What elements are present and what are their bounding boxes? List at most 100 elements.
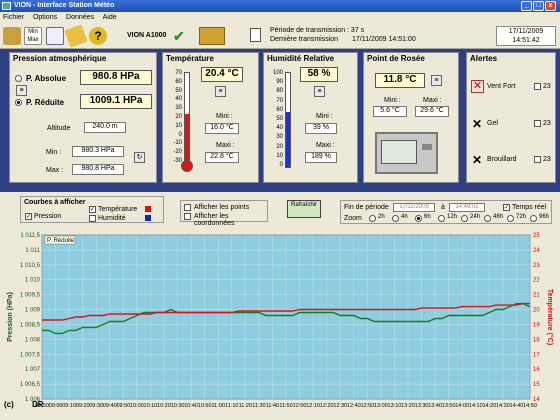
menu-aide[interactable]: Aide — [103, 14, 117, 21]
scale-tick: 0 — [178, 131, 182, 138]
temperature-panel: Température 70 60 50 40 30 20 10 0 -10 -20 -30 20.… — [162, 52, 259, 183]
window-icon[interactable] — [46, 27, 64, 45]
thermometer-fill — [185, 114, 189, 161]
y2-tick-label: 16 — [533, 367, 540, 373]
alert-frost-checkbox[interactable] — [534, 120, 541, 127]
y-axis-title: Pression (HPa) — [7, 292, 14, 342]
alert-wind-label: Vent Fort — [487, 83, 516, 90]
y2-tick-label: 23 — [533, 263, 540, 269]
title-bar: VION - Interface Station Météo _ □ x — [0, 0, 560, 12]
reduite-radio[interactable] — [15, 99, 22, 106]
humidity-icon[interactable]: ≡ — [314, 86, 325, 97]
realtime-label: Temps réel — [512, 204, 547, 211]
last-tx-value: 17/11/2009 14:51:00 — [352, 36, 416, 43]
alert-wind-checkbox[interactable] — [534, 83, 541, 90]
scale-tick: 70 — [175, 70, 182, 76]
x-tick-label: 11:50 — [279, 403, 292, 409]
points-checkbox[interactable] — [184, 204, 191, 211]
temperature-icon[interactable]: ≡ — [215, 86, 226, 97]
x-tick-label: 14:30 — [496, 403, 510, 409]
menu-fichier[interactable]: Fichier — [3, 14, 24, 21]
zoom-radio[interactable] — [392, 215, 399, 222]
scale-tick: 20 — [175, 114, 182, 120]
dewpoint-panel: Point de Rosée 11.8 °C ≡ Mini : 5.6 °C M… — [363, 52, 459, 183]
period-separator: à — [441, 204, 445, 211]
period-date-input[interactable]: 17/11/2009 — [393, 203, 435, 212]
curves-box: Courbes à afficher ✓ Pression ✓ Températ… — [20, 196, 164, 223]
temperature-scale: 70 60 50 40 30 20 10 0 -10 -20 -30 — [168, 70, 182, 170]
max-value: 980.8 HPa — [72, 164, 124, 175]
scale-tick: 30 — [175, 105, 182, 112]
menu-options[interactable]: Options — [33, 14, 57, 21]
dewpoint-mini-label: Mini : — [384, 97, 401, 104]
menu-donnees[interactable]: Données — [66, 14, 94, 21]
zoom-radio[interactable] — [461, 215, 468, 222]
humidity-value: 58 % — [300, 67, 338, 82]
y2-tick-label: 24 — [533, 248, 540, 254]
realtime-checkbox[interactable]: ✓ — [503, 204, 510, 211]
y2-tick-label: 20 — [533, 308, 540, 314]
help-icon[interactable]: ? — [89, 27, 107, 45]
x-tick-label: 09:00 — [49, 403, 63, 409]
altitude-value[interactable]: 240.0 m — [84, 122, 126, 133]
minimize-button[interactable]: _ — [521, 1, 532, 11]
scale-tick: 60 — [175, 78, 182, 85]
check-icon: ✔ — [173, 28, 185, 44]
alert-fog-checkbox[interactable] — [534, 156, 541, 163]
absolue-radio[interactable] — [15, 75, 22, 82]
period-label: Période de transmission : 37 s — [270, 27, 365, 34]
zoom-radio[interactable] — [415, 215, 422, 222]
device-button — [422, 144, 432, 150]
pencil-icon[interactable] — [64, 24, 88, 48]
dewpoint-icon[interactable]: ≡ — [431, 75, 442, 86]
pressure-checkbox[interactable]: ✓ — [25, 213, 32, 220]
y-tick-label: 1 008,5 — [20, 322, 41, 328]
refresh-button[interactable]: Rafraîchir — [287, 200, 321, 218]
station-device-image — [375, 132, 438, 174]
scale-tick: -10 — [173, 140, 182, 147]
humidity-mini-value: 39 % — [305, 123, 337, 134]
zoom-option-label: 48h — [493, 214, 504, 220]
zoom-radio[interactable] — [484, 215, 491, 222]
temperature-title: Température — [166, 54, 214, 63]
scale-tick: 30 — [276, 134, 283, 141]
temperature-checkbox[interactable]: ✓ — [89, 206, 96, 213]
zoom-radio[interactable] — [507, 215, 514, 222]
zoom-radio[interactable] — [369, 215, 376, 222]
app-window: { "window": {"title": "VION - Interface … — [0, 0, 560, 420]
x-tick-label: 10:30 — [171, 403, 185, 409]
x-tick-label: 09:20 — [76, 403, 90, 409]
x-tick-label: 12:10 — [306, 403, 320, 409]
humidity-mini-label: Mini : — [316, 113, 333, 120]
y-tick-label: 1 008 — [25, 337, 41, 343]
zoom-option-label: 12h — [447, 214, 458, 220]
x-tick-label: 10:20 — [157, 403, 171, 409]
scale-tick: 0 — [279, 162, 283, 168]
maximize-button[interactable]: □ — [533, 1, 544, 11]
max-label: Max : — [46, 167, 64, 174]
x-tick-label: 09:40 — [103, 403, 117, 409]
zoom-radio[interactable] — [530, 215, 537, 222]
reduite-value: 1009.1 HPa — [80, 94, 152, 109]
min-label: Min : — [46, 149, 62, 156]
alerts-panel: Alertes ✕ Vent Fort 23 ✕ Gel 23 ✕ Brouil… — [466, 52, 556, 183]
period-time-input[interactable]: 14:49:02 — [449, 203, 485, 212]
y2-tick-label: 22 — [533, 278, 540, 284]
x-tick-label: 12:50 — [360, 403, 374, 409]
humidity-checkbox[interactable] — [89, 215, 96, 222]
y-tick-label: 1 009 — [25, 308, 41, 314]
x-tick-label: 09:10 — [62, 403, 76, 409]
close-button[interactable]: x — [545, 1, 556, 11]
reset-icon[interactable]: ↻ — [134, 152, 145, 163]
time-value: 14:51:42 — [512, 37, 540, 44]
minmax-button[interactable]: Min Max — [24, 27, 42, 45]
save-icon[interactable] — [3, 27, 21, 45]
scale-tick: 40 — [276, 125, 283, 132]
scale-tick: 50 — [276, 116, 283, 122]
x-tick-label: 09:50 — [116, 403, 130, 409]
pressure-icon[interactable]: ≡ — [16, 85, 27, 96]
zoom-radio[interactable] — [438, 215, 445, 222]
scale-tick: 100 — [272, 70, 283, 76]
dewpoint-value: 11.8 °C — [375, 73, 425, 88]
coords-checkbox[interactable] — [184, 213, 191, 220]
